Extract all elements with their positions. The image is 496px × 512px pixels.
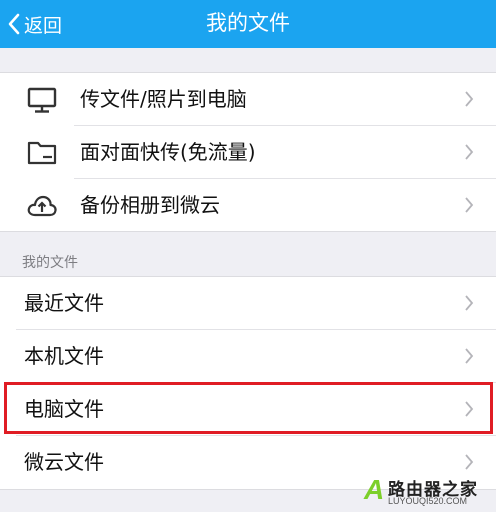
- backup-album-row[interactable]: 备份相册到微云: [0, 179, 496, 231]
- nav-bar: 返回 我的文件: [0, 0, 496, 48]
- send-to-computer-row[interactable]: 传文件/照片到电脑: [0, 73, 496, 125]
- chevron-right-icon: [465, 401, 474, 417]
- page-title: 我的文件: [206, 11, 290, 35]
- actions-group: 传文件/照片到电脑 面对面快传(免流量) 备份相册到微云: [0, 72, 496, 232]
- row-label: 本机文件: [24, 344, 104, 368]
- row-label: 传文件/照片到电脑: [80, 87, 247, 111]
- my-files-group: 最近文件 本机文件 电脑文件 微云文件: [0, 276, 496, 490]
- cloud-upload-icon: [27, 195, 57, 217]
- chevron-right-icon: [465, 295, 474, 311]
- row-label: 电脑文件: [24, 397, 104, 421]
- chevron-right-icon: [465, 144, 474, 160]
- chevron-right-icon: [465, 91, 474, 107]
- chevron-right-icon: [465, 454, 474, 470]
- section-header-my-files: 我的文件: [22, 255, 78, 271]
- watermark-subtitle: LUYOUQI520.COM: [388, 496, 468, 506]
- computer-files-row[interactable]: 电脑文件: [0, 383, 496, 435]
- chevron-right-icon: [465, 197, 474, 213]
- local-files-row[interactable]: 本机文件: [0, 330, 496, 382]
- row-label: 备份相册到微云: [80, 193, 220, 217]
- folder-icon: [27, 141, 57, 165]
- row-label: 最近文件: [24, 291, 104, 315]
- watermark-logo: A 路由器之家 LUYOUQI520.COM: [362, 474, 492, 510]
- chevron-right-icon: [465, 348, 474, 364]
- row-label: 面对面快传(免流量): [80, 140, 256, 164]
- face-to-face-transfer-row[interactable]: 面对面快传(免流量): [0, 126, 496, 178]
- monitor-icon: [27, 87, 57, 113]
- row-label: 微云文件: [24, 450, 104, 474]
- watermark-badge: A: [364, 474, 385, 505]
- recent-files-row[interactable]: 最近文件: [0, 277, 496, 329]
